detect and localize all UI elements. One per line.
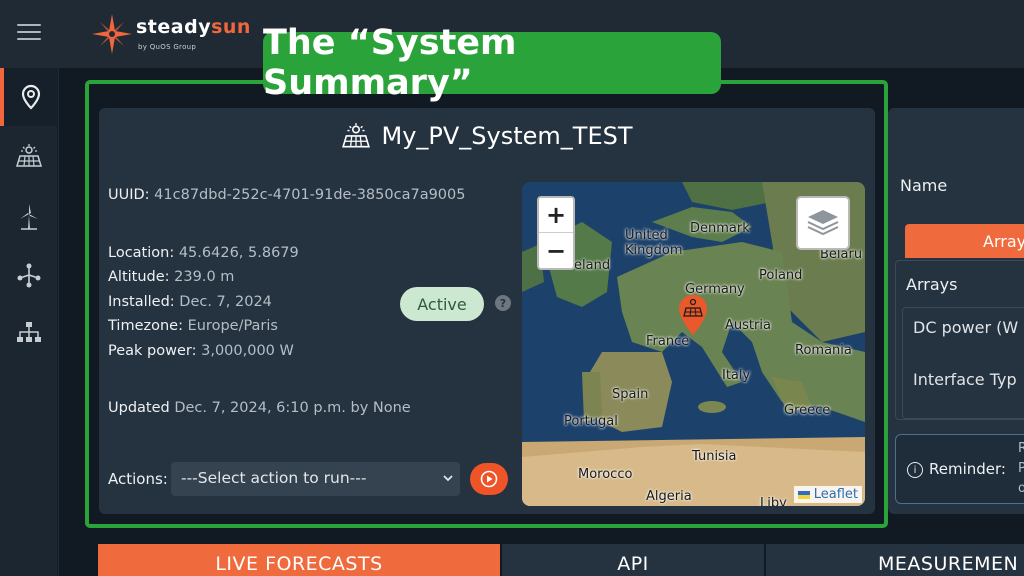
tab-api[interactable]: API [502,544,764,576]
compass-star-icon [92,14,132,54]
tab-arrays[interactable]: Arrays [905,224,1024,258]
tab-live-forecasts[interactable]: LIVE FORECASTS [98,544,500,576]
dc-power-label: DC power (W [913,318,1019,337]
sidebar [0,68,58,576]
info-icon: i [907,462,923,478]
reminder-text-line3: o [1018,481,1024,496]
network-node-icon [17,263,41,288]
wind-turbine-icon [20,204,38,230]
hamburger-menu-icon[interactable] [17,24,41,42]
sidebar-item-solar[interactable] [0,128,58,186]
brand-name: steadysun [136,16,251,38]
highlight-frame [85,80,888,528]
interface-type-label: Interface Typ [913,370,1017,389]
sidebar-item-wind[interactable] [0,188,58,246]
reminder-alert: i Reminder: R P o [895,434,1024,504]
reminder-text-line1: R [1018,441,1024,456]
brand-logo[interactable]: steadysun by QuOS Group [92,14,250,58]
name-label: Name [900,176,948,195]
sidebar-item-location[interactable] [0,68,58,126]
reminder-label: Reminder: [929,460,1006,478]
solar-panel-icon [15,144,43,167]
sidebar-item-network[interactable] [0,246,58,304]
arrays-box: Arrays DC power (W Interface Typ [895,260,1024,420]
brand-subtitle: by QuOS Group [138,43,197,51]
tab-measurements[interactable]: MEASUREMEN [766,544,1024,576]
arrays-box-title: Arrays [906,275,958,294]
arrays-inner-box: DC power (W Interface Typ [902,307,1024,419]
sidebar-item-hierarchy[interactable] [0,304,58,362]
hierarchy-icon [17,322,41,342]
bottom-tab-bar: LIVE FORECASTS API MEASUREMEN [98,544,1024,576]
reminder-text-line2: P [1018,461,1024,476]
callout-banner: The “System Summary” [263,23,721,103]
location-pin-icon [21,84,41,110]
